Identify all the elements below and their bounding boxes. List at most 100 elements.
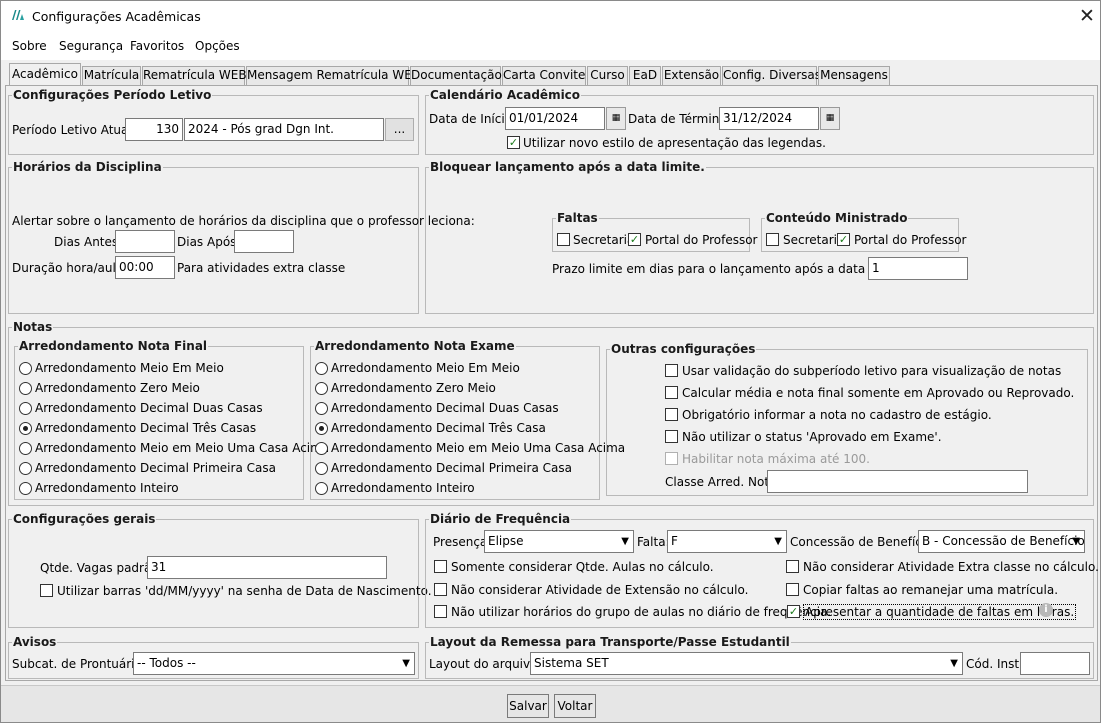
faltas-legend: Faltas	[557, 211, 598, 225]
tab-config-diversas[interactable]: Config. Diversas	[722, 66, 821, 85]
chevron-down-icon: ▼	[1072, 536, 1080, 547]
outras-option: Obrigatório informar a nota no cadastro …	[682, 408, 992, 422]
diario-checkbox-3[interactable]	[786, 583, 799, 596]
menu-seguranca[interactable]: Segurança	[59, 39, 123, 53]
outras-option-disabled: Habilitar nota máxima até 100.	[682, 452, 870, 466]
outras-checkbox-2[interactable]	[665, 408, 678, 421]
periodo-label: Período Letivo Atual:	[12, 123, 136, 137]
tab-mensagem-rematricula-web[interactable]: Mensagem Rematrícula WEB	[246, 66, 420, 85]
close-icon[interactable]: ✕	[1077, 5, 1097, 27]
outras-checkbox-1[interactable]	[665, 386, 678, 399]
nota-final-radio-6[interactable]	[19, 482, 32, 495]
nota-exame-radio-5[interactable]	[315, 462, 328, 475]
menu-opcoes[interactable]: Opções	[195, 39, 240, 53]
conteudo-secretaria-checkbox[interactable]	[766, 233, 779, 246]
tab-mensagens[interactable]: Mensagens	[818, 66, 890, 85]
faltas-portal-checkbox[interactable]: ✓	[628, 233, 641, 246]
nota-final-option: Arredondamento Meio em Meio Uma Casa Aci…	[35, 441, 330, 455]
periodo-browse-button[interactable]: ...	[385, 118, 414, 141]
prazo-field[interactable]: 1	[868, 257, 968, 280]
calendar-icon[interactable]: ▦	[820, 107, 840, 130]
outras-checkbox-0[interactable]	[665, 364, 678, 377]
nota-final-option: Arredondamento Decimal Primeira Casa	[35, 461, 276, 475]
diario-option: Não utilizar horários do grupo de aulas …	[451, 605, 832, 619]
outras-checkbox-4	[665, 452, 678, 465]
periodo-name-field[interactable]: 2024 - Pós grad Dgn Int.	[184, 118, 384, 141]
presenca-label: Presença:	[433, 535, 492, 549]
diario-checkbox-5[interactable]: ✓	[787, 605, 800, 618]
diario-checkbox-0[interactable]	[434, 560, 447, 573]
nota-final-radio-2[interactable]	[19, 402, 32, 415]
nota-final-legend: Arredondamento Nota Final	[19, 339, 208, 353]
tab-carta-convite[interactable]: Carta Convite	[502, 66, 586, 85]
diario-checkbox-2[interactable]	[434, 583, 447, 596]
nota-final-radio-5[interactable]	[19, 462, 32, 475]
chevron-down-icon: ▼	[621, 536, 629, 547]
tab-matricula[interactable]: Matrícula	[82, 66, 141, 85]
info-icon[interactable]: i	[1039, 603, 1053, 617]
outras-checkbox-3[interactable]	[665, 430, 678, 443]
horarios-alert-text: Alertar sobre o lançamento de horários d…	[12, 214, 475, 228]
presenca-select[interactable]: Elipse ▼	[484, 530, 634, 553]
classe-arred-field[interactable]	[767, 470, 1028, 493]
arquivo-select[interactable]: Sistema SET ▼	[530, 652, 963, 675]
vagas-field[interactable]: 31	[147, 556, 387, 579]
nota-final-radio-4[interactable]	[19, 442, 32, 455]
dias-apos-field[interactable]	[234, 230, 294, 253]
bloquear-group: Bloquear lançamento após a data limite.	[425, 161, 1094, 314]
nota-exame-option: Arredondamento Decimal Três Casa	[331, 421, 546, 435]
presenca-value: Elipse	[488, 534, 524, 548]
tab-documentacao[interactable]: Documentação	[410, 66, 502, 85]
conteudo-portal-checkbox[interactable]: ✓	[837, 233, 850, 246]
conteudo-portal-label: Portal do Professor	[854, 233, 967, 247]
nota-exame-radio-2[interactable]	[315, 402, 328, 415]
subcat-label: Subcat. de Prontuário:	[12, 657, 146, 671]
falta-select[interactable]: F ▼	[667, 530, 787, 553]
cod-inst-field[interactable]	[1020, 652, 1090, 675]
app-logo-icon	[11, 9, 25, 24]
save-button[interactable]: Salvar	[507, 694, 549, 718]
nota-exame-radio-1[interactable]	[315, 382, 328, 395]
periodo-code-field[interactable]: 130	[125, 118, 183, 141]
nota-exame-radio-6[interactable]	[315, 482, 328, 495]
chevron-down-icon: ▼	[950, 658, 958, 669]
nota-final-radio-3[interactable]	[19, 422, 32, 435]
dias-antes-label: Dias Antes:	[54, 235, 123, 249]
diario-checkbox-4[interactable]	[434, 605, 447, 618]
layout-legend: Layout da Remessa para Transporte/Passe …	[430, 635, 790, 649]
menu-sobre[interactable]: Sobre	[12, 39, 47, 53]
calendario-legend: Calendário Acadêmico	[430, 88, 581, 102]
nota-exame-radio-3[interactable]	[315, 422, 328, 435]
tab-extensao[interactable]: Extensão	[662, 66, 721, 85]
tab-strip: Acadêmico Matrícula Rematrícula WEB Mens…	[1, 60, 1100, 86]
data-inicio-field[interactable]: 01/01/2024	[505, 107, 605, 130]
nota-final-radio-1[interactable]	[19, 382, 32, 395]
data-termino-field[interactable]: 31/12/2024	[719, 107, 819, 130]
nota-final-radio-0[interactable]	[19, 362, 32, 375]
legendas-checkbox[interactable]: ✓	[507, 136, 520, 149]
back-button[interactable]: Voltar	[554, 694, 596, 718]
tab-ead[interactable]: EaD	[629, 66, 661, 85]
tab-curso[interactable]: Curso	[587, 66, 628, 85]
vagas-label: Qtde. Vagas padrão:	[40, 561, 163, 575]
nota-exame-radio-0[interactable]	[315, 362, 328, 375]
barras-checkbox[interactable]	[40, 584, 53, 597]
dias-antes-field[interactable]	[115, 230, 175, 253]
subcat-select[interactable]: -- Todos -- ▼	[133, 652, 415, 675]
notas-legend: Notas	[13, 320, 53, 334]
duracao-field[interactable]: 00:00	[115, 256, 175, 279]
conteudo-legend: Conteúdo Ministrado	[766, 211, 908, 225]
faltas-secretaria-checkbox[interactable]	[557, 233, 570, 246]
classe-arred-label: Classe Arred. Nota:	[665, 475, 781, 489]
tab-rematricula-web[interactable]: Rematrícula WEB	[142, 66, 247, 85]
radio-selected-dot	[319, 426, 324, 431]
prazo-label: Prazo limite em dias para o lançamento a…	[552, 262, 918, 276]
tab-academico[interactable]: Acadêmico	[9, 63, 81, 86]
menu-bar: Sobre Segurança Favoritos Opções	[1, 33, 1100, 60]
calendar-icon[interactable]: ▦	[606, 107, 626, 130]
diario-checkbox-1[interactable]	[786, 560, 799, 573]
beneficio-select[interactable]: B - Concessão de Benefício ▼	[918, 530, 1085, 553]
nota-exame-radio-4[interactable]	[315, 442, 328, 455]
menu-favoritos[interactable]: Favoritos	[130, 39, 184, 53]
outras-option: Usar validação do subperíodo letivo para…	[682, 364, 1062, 378]
